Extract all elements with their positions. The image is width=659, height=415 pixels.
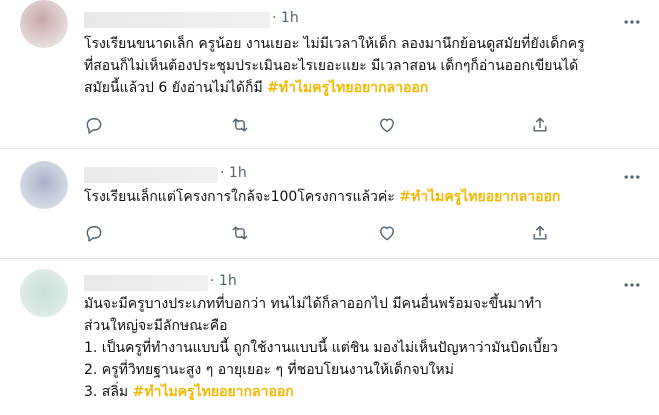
tweet-text-line: โรงเรียนขนาดเล็ก ครูน้อย งานเยอะ ไม่มีเว…: [84, 36, 585, 52]
tweet-text-line: สมัยนี้แล้วป 6 ยังอ่านไม่ได้ก็มี #ทำไมคร…: [84, 80, 429, 96]
avatar[interactable]: [20, 269, 68, 317]
hashtag-link[interactable]: #ทำไมครูไทยอยากลาออก: [399, 189, 560, 205]
tweet-text: โรงเรียนขนาดเล็ก ครูน้อย งานเยอะ ไม่มีเว…: [84, 33, 585, 99]
like-icon[interactable]: [377, 115, 397, 135]
retweet-icon[interactable]: [230, 115, 250, 135]
more-icon[interactable]: [622, 167, 642, 187]
redacted-username[interactable]: [84, 12, 270, 28]
redacted-username[interactable]: [84, 275, 208, 291]
tweet-text-line: มันจะมีครูบางประเภทที่บอกว่า ทนไม่ได้ก็ล…: [84, 296, 542, 312]
tweet-2[interactable]: · 1h โรงเรียนเล็กแต่โครงการใกล้จะ100โครง…: [0, 149, 659, 258]
hashtag-link[interactable]: #ทำไมครูไทยอยากลาออก: [133, 384, 294, 400]
more-icon[interactable]: [622, 275, 642, 295]
avatar[interactable]: [20, 0, 68, 48]
hashtag-link[interactable]: #ทำไมครูไทยอยากลาออก: [267, 80, 428, 96]
timestamp[interactable]: · 1h: [272, 10, 299, 26]
share-icon[interactable]: [530, 115, 550, 135]
tweet-text-line: โรงเรียนเล็กแต่โครงการใกล้จะ100โครงการแล…: [84, 189, 561, 205]
share-icon[interactable]: [530, 223, 550, 243]
reply-icon[interactable]: [84, 115, 104, 135]
reply-icon[interactable]: [84, 223, 104, 243]
retweet-icon[interactable]: [230, 223, 250, 243]
tweet-text-line: ที่สอนก็ไม่เห็นต้องประชุมประเมินอะไรเยอะ…: [84, 58, 579, 74]
timestamp[interactable]: · 1h: [220, 165, 247, 181]
tweet-1[interactable]: · 1h โรงเรียนขนาดเล็ก ครูน้อย งานเยอะ ไม…: [0, 0, 659, 148]
like-icon[interactable]: [377, 223, 397, 243]
tweet-text-line: 3. สลิ่ม #ทำไมครูไทยอยากลาออก: [84, 384, 294, 400]
tweet-text: มันจะมีครูบางประเภทที่บอกว่า ทนไม่ได้ก็ล…: [84, 293, 558, 403]
tweet-text: โรงเรียนเล็กแต่โครงการใกล้จะ100โครงการแล…: [84, 186, 560, 208]
timestamp[interactable]: · 1h: [210, 273, 237, 289]
tweet-3[interactable]: · 1h มันจะมีครูบางประเภทที่บอกว่า ทนไม่ไ…: [0, 259, 659, 415]
more-icon[interactable]: [622, 12, 642, 32]
avatar[interactable]: [20, 161, 68, 209]
tweet-text-line: 1. เป็นครูที่ทำงานแบบนี้ ถูกใช้งานแบบนี้…: [84, 340, 558, 356]
redacted-username[interactable]: [84, 167, 218, 183]
tweet-text-line: 2. ครูที่วิทยฐานะสูง ๆ อายุเยอะ ๆ ที่ชอบ…: [84, 362, 454, 378]
tweet-text-line: ส่วนใหญ่จะมีลักษณะคือ: [84, 318, 228, 334]
